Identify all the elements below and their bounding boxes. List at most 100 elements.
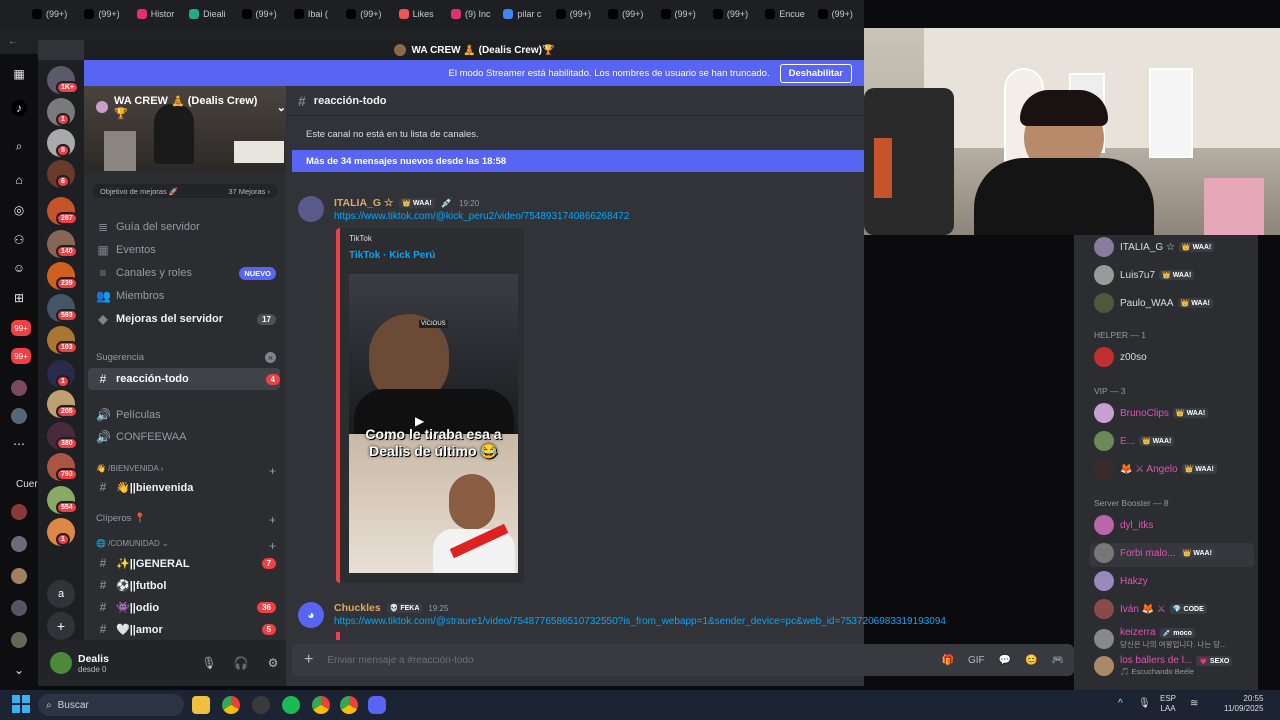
browser-tab[interactable]: Ibai ( [290,3,340,25]
member-item[interactable]: dyl_itks [1094,515,1274,535]
add-channel-icon[interactable]: + [269,513,276,527]
spotify-icon[interactable] [282,696,300,714]
member-item[interactable]: 🦊 ⚔ Angelo 👑 WAA! [1094,459,1274,479]
member-item[interactable]: Paulo_WAA 👑 WAA! [1094,293,1274,313]
channel-item-reaccion-todo[interactable]: # reacción-todo 4 [88,368,280,390]
compass-icon[interactable]: ◎ [11,202,27,218]
chrome-profile-icon[interactable] [340,696,358,714]
add-user-icon[interactable]: ⚇ [11,232,27,248]
member-item[interactable]: Luis7u7 👑 WAA! [1094,265,1274,285]
message-author[interactable]: Chuckles [334,602,381,614]
tray-chevron-icon[interactable]: ^ [1118,698,1123,709]
channel-item[interactable]: # ⚽||futbol [96,578,276,592]
browser-tab[interactable]: Histor [133,3,183,25]
boost-goal-bar[interactable]: Objetivo de mejoras 🚀 37 Mejoras › [92,184,278,198]
member-item[interactable]: Hakzy [1094,571,1274,591]
avatar[interactable] [11,504,27,520]
server-nav-item[interactable]: ▦ Eventos [96,243,276,257]
avatar[interactable] [11,568,27,584]
avatar[interactable] [11,408,27,424]
plus-box-icon[interactable]: ⊞ [11,290,27,306]
settings-gear-icon[interactable]: ⚙ [260,656,286,670]
browser-tab[interactable]: (99+) [80,3,130,25]
headphones-icon[interactable]: 🎧 [228,656,254,670]
new-messages-bar[interactable]: Más de 34 mensajes nuevos desde las 18:5… [292,150,864,172]
member-item[interactable]: los ballers de l... 💗 SEXO 🎵 Escuchando Be… [1094,655,1274,676]
member-item[interactable]: z00so [1094,347,1274,367]
add-channel-icon[interactable]: + [269,464,276,478]
member-item[interactable]: ITALIA_G ☆ 👑 WAA! [1094,237,1274,257]
apps-icon[interactable]: 🎮 [1052,655,1064,666]
home-icon[interactable]: ⌂ [11,172,27,188]
channel-item[interactable]: # 🤍||amor 5 [96,622,276,636]
browser-tab[interactable]: Likes [395,3,445,25]
add-channel-icon[interactable]: + [269,539,276,553]
channel-item[interactable]: # 👾||odio 36 [96,600,276,614]
user-avatar[interactable] [50,652,72,674]
chrome-profile-icon[interactable] [312,696,330,714]
message-badge-icon[interactable]: 99+ [11,320,31,336]
browser-tab[interactable]: Dieali [185,3,235,25]
embed-thumbnail[interactable]: VICIOUS ▶ Como le tiraba esa a Dealis de… [349,274,518,573]
channel-item[interactable]: # ✨||GENERAL 7 [96,556,276,570]
browser-tab[interactable]: (99+) [604,3,654,25]
avatar[interactable] [11,632,27,648]
users-icon[interactable]: ☺ [11,260,27,276]
browser-tab[interactable]: (99+) [28,3,78,25]
category-comunidad[interactable]: 🌐 /comunidad ⌄ + [96,539,276,553]
back-arrow-icon[interactable]: ← [8,36,18,47]
server-icon[interactable]: a [47,580,75,608]
embed-title[interactable]: TikTok · Kick Perú [349,250,435,261]
browser-tab[interactable]: (99+) [657,3,707,25]
obs-icon[interactable] [252,696,270,714]
taskbar-search[interactable]: ⌕ Buscar [38,694,184,716]
avatar[interactable] [11,536,27,552]
browser-tab[interactable]: pilar c [499,3,549,25]
browser-tab[interactable]: (99+) [709,3,759,25]
sticker-icon[interactable]: 💬 [999,655,1011,666]
server-nav-item[interactable]: ≡ Canales y roles NUEVO [96,266,276,280]
language-indicator[interactable]: ESP LAA [1160,694,1176,714]
windows-start-icon[interactable] [12,695,30,713]
search-icon[interactable]: ⌕ [11,138,27,154]
category-clipers[interactable]: Clíperos 📍 + [96,513,276,527]
member-item[interactable]: E... 👑 WAA! [1094,431,1274,451]
server-name-header[interactable]: WA CREW 🧘 (Dealis Crew)🏆 ⌄ [96,94,286,120]
category-bienvenida[interactable]: 👋 /bienvenida › + [96,464,276,478]
wifi-icon[interactable]: ≋ [1190,698,1198,709]
browser-tab[interactable]: (99+) [238,3,288,25]
emoji-icon[interactable]: 😊 [1025,655,1037,666]
file-explorer-icon[interactable] [192,696,210,714]
add-server-icon[interactable]: + [47,612,75,640]
message-link[interactable]: https://www.tiktok.com/@straure1/video/7… [334,616,1014,627]
avatar[interactable] [11,600,27,616]
clock[interactable]: 20:55 11/09/2025 [1224,694,1263,714]
avatar[interactable] [11,380,27,396]
composer-input[interactable]: Enviar mensaje a #reacción-todo [327,655,927,666]
voice-channel-peliculas[interactable]: 🔊 Películas [96,408,276,422]
message-link[interactable]: https://www.tiktok.com/@kick_peru2/video… [334,211,629,222]
chrome-icon[interactable] [222,696,240,714]
browser-tab[interactable]: (99+) [342,3,392,25]
browser-tab[interactable]: (99+) [814,3,864,25]
browser-tab[interactable]: (9) Inc [447,3,497,25]
gif-icon[interactable]: GIF [968,655,985,666]
apps-grid-icon[interactable]: ▦ [11,66,27,82]
browser-tab[interactable]: (99+) [552,3,602,25]
chevron-down-icon[interactable]: ⌄ [11,662,27,678]
close-icon[interactable]: × [265,352,276,363]
discord-icon[interactable] [368,696,386,714]
server-nav-item[interactable]: 👥 Miembros [96,289,276,303]
chevron-down-icon[interactable]: ⌄ [277,101,286,114]
gift-icon[interactable]: 🎁 [942,655,954,666]
browser-tab[interactable]: Encue [761,3,811,25]
server-nav-item[interactable]: ◆ Mejoras del servidor 17 [96,312,276,326]
member-item[interactable]: BrunoClips 👑 WAA! [1094,403,1274,423]
more-icon[interactable]: ⋯ [11,436,27,452]
server-nav-item[interactable]: ≣ Guía del servidor [96,220,276,234]
member-item[interactable]: Forbi malo... 👑 WAA! [1094,543,1274,563]
message-composer[interactable]: + Enviar mensaje a #reacción-todo 🎁 GIF … [292,644,1074,676]
message-author[interactable]: ITALIA_G ☆ [334,197,393,209]
member-item[interactable]: Iván 🦊 ⚔ 💎 CODE [1094,599,1274,619]
microphone-icon[interactable]: 🎙 [1138,698,1151,709]
